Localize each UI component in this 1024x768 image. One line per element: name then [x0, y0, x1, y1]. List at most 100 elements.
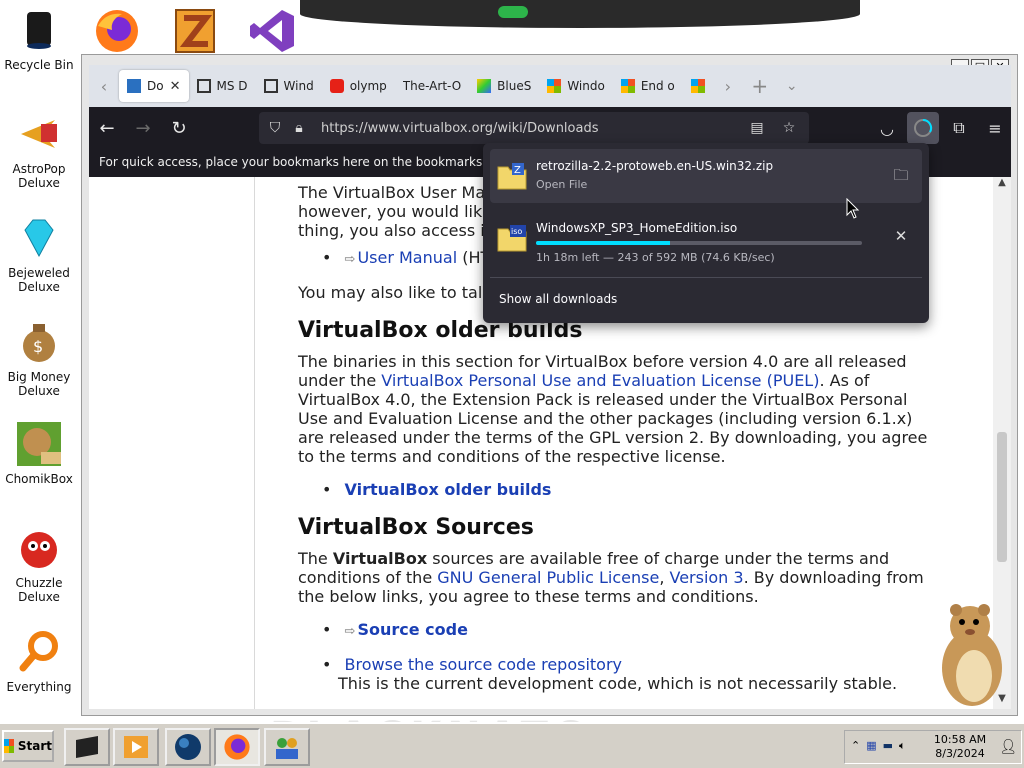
magnifier-icon — [19, 631, 58, 672]
desktop-icon-chuzzle[interactable]: Chuzzle Deluxe — [0, 524, 78, 604]
firefox-icon[interactable] — [92, 6, 142, 56]
sources-paragraph: The VirtualBox sources are available fre… — [298, 549, 924, 606]
desktop-icon-astropop[interactable]: AstroPop Deluxe — [0, 110, 78, 190]
older-builds-link[interactable]: VirtualBox older builds — [345, 480, 552, 499]
reader-view-icon[interactable]: ▤ — [745, 116, 769, 140]
tab-ms-dos[interactable]: MS D — [189, 70, 256, 102]
download-status[interactable]: Open File — [536, 178, 587, 191]
tab-end-of[interactable]: End o — [613, 70, 683, 102]
game-z-icon[interactable] — [170, 6, 220, 56]
lock-icon[interactable]: 🔒︎ — [287, 116, 311, 140]
desktop-icon-label: Bejeweled Deluxe — [8, 266, 70, 294]
desktop-icon-bejeweled[interactable]: Bejeweled Deluxe — [0, 214, 78, 294]
clock-time: 10:58 AM — [933, 733, 987, 746]
external-link-icon: ⇨ — [344, 252, 356, 267]
money-bag-icon: $ — [23, 324, 55, 362]
tab-close-icon[interactable]: ✕ — [170, 79, 181, 94]
recycle-bin-icon — [27, 12, 51, 49]
download-progress-fill — [536, 241, 670, 245]
download-filename: WindowsXP_SP3_HomeEdition.iso — [536, 221, 738, 235]
cancel-download-close-icon[interactable]: ✕ — [890, 227, 912, 249]
taskbar-app-globe[interactable] — [165, 728, 211, 766]
page-divider — [254, 177, 255, 709]
tab-list-chevron-down-icon[interactable]: ⌄ — [777, 78, 807, 94]
tab-scroll-right-icon[interactable]: › — [713, 77, 743, 96]
chuzzle-icon — [21, 532, 57, 568]
desktop-icon-chomikbox[interactable]: ChomikBox — [0, 420, 78, 486]
hamburger-menu-icon[interactable]: ≡ — [979, 112, 1011, 144]
download-progress-ring-icon — [914, 118, 933, 137]
windows-icon — [547, 79, 562, 93]
tab-windows-2[interactable]: Windo — [539, 70, 613, 102]
version-3-link[interactable]: Version 3 — [669, 568, 743, 587]
users-icon — [276, 738, 298, 759]
download-item-retrozilla[interactable]: Z retrozilla-2.2-protoweb.en-US.win32.zi… — [490, 149, 922, 203]
desktop-icon-everything[interactable]: Everything — [0, 628, 78, 694]
hamster-mascot-icon — [942, 604, 1002, 706]
chomikbox-hamster-icon — [17, 422, 61, 466]
tab-windows-3[interactable] — [683, 70, 713, 102]
list-item: VirtualBox older builds — [322, 480, 938, 499]
browse-repository-link[interactable]: Browse the source code repository — [345, 655, 622, 674]
url-text[interactable]: https://www.virtualbox.org/wiki/Download… — [321, 121, 599, 136]
source-code-link[interactable]: Source code — [357, 620, 467, 639]
iso-file-icon: iso — [497, 225, 527, 252]
list-item: ⇨Source code — [322, 620, 938, 641]
reload-icon[interactable]: ↻ — [161, 112, 197, 144]
windows-icon — [620, 79, 635, 93]
puel-link[interactable]: VirtualBox Personal Use and Evaluation L… — [381, 371, 819, 390]
sources-list: ⇨Source code Browse the source code repo… — [322, 620, 938, 693]
clock-date: 8/3/2024 — [935, 747, 985, 760]
back-arrow-icon[interactable]: ← — [89, 112, 125, 144]
svg-text:Z: Z — [514, 165, 521, 176]
older-builds-paragraph: The binaries in this section for Virtual… — [298, 352, 928, 466]
firefox-icon — [224, 734, 250, 760]
tab-bluestacks[interactable]: BlueS — [469, 70, 539, 102]
tray-network-icon[interactable]: ▦ — [866, 739, 876, 753]
tray-volume-icon[interactable]: 🔈︎ — [899, 739, 906, 753]
desktop-icon-recycle-bin[interactable]: Recycle Bin — [0, 6, 78, 72]
mouse-cursor-icon — [846, 198, 860, 219]
scroll-up-arrow-icon[interactable]: ▲ — [993, 177, 1011, 193]
terminal-box-icon — [76, 736, 98, 758]
tab-windows-1[interactable]: Wind — [256, 70, 322, 102]
desktop-icon-label: ChomikBox — [5, 472, 73, 486]
download-status: 1h 18m left — 243 of 592 MB (74.6 KB/sec… — [536, 251, 775, 264]
extensions-puzzle-icon[interactable]: ⧉ — [943, 112, 975, 144]
top-decoration — [300, 0, 860, 28]
tab-youtube[interactable]: olymp — [322, 70, 395, 102]
start-button[interactable]: Start — [2, 730, 54, 762]
scroll-thumb[interactable] — [997, 432, 1007, 562]
new-tab-plus-icon[interactable]: + — [743, 74, 777, 98]
clock[interactable]: 10:58 AM 8/3/2024 — [925, 733, 995, 761]
taskbar-app-firefox[interactable] — [214, 728, 260, 766]
tab-downloads[interactable]: Do ✕ — [119, 70, 189, 102]
downloads-progress-icon[interactable] — [907, 112, 939, 144]
tray-icons: ⌃ ▦ ▬ 🔈︎ — [851, 739, 906, 753]
visual-studio-icon[interactable] — [248, 6, 298, 56]
taskbar-app-media-player[interactable] — [113, 728, 159, 766]
pocket-icon[interactable]: ◡ — [871, 112, 903, 144]
shield-icon[interactable]: ⛉ — [263, 116, 287, 140]
tray-expand-chevron-up-icon[interactable]: ⌃ — [851, 739, 860, 753]
sources-heading: VirtualBox Sources — [298, 515, 534, 540]
tab-scroll-left-icon[interactable]: ‹ — [89, 77, 119, 96]
top-green-indicator — [498, 6, 528, 18]
url-bar[interactable]: ⛉ 🔒︎ https://www.virtualbox.org/wiki/Dow… — [259, 112, 809, 144]
taskbar-app-users[interactable] — [264, 728, 310, 766]
desktop-icon-big-money[interactable]: $ Big Money Deluxe — [0, 318, 78, 398]
tab-art-of[interactable]: The-Art-O — [395, 70, 469, 102]
show-all-downloads-button[interactable]: Show all downloads — [499, 292, 617, 306]
folder-icon[interactable]: 🗀︎ — [890, 165, 912, 187]
tray-monitor-icon[interactable]: ▬ — [883, 739, 893, 753]
tray-user-icon[interactable]: 👤︎ — [999, 739, 1017, 755]
bookmark-star-icon[interactable]: ☆ — [777, 116, 801, 140]
forward-arrow-icon[interactable]: → — [125, 112, 161, 144]
zip-file-icon: Z — [497, 163, 527, 190]
user-manual-link[interactable]: User Manual — [357, 248, 457, 267]
globe-icon — [175, 734, 201, 760]
youtube-icon — [329, 79, 344, 93]
taskbar-app-terminal[interactable] — [64, 728, 110, 766]
gpl-link[interactable]: GNU General Public License — [437, 568, 659, 587]
desktop-icon-label: Big Money Deluxe — [7, 370, 71, 398]
